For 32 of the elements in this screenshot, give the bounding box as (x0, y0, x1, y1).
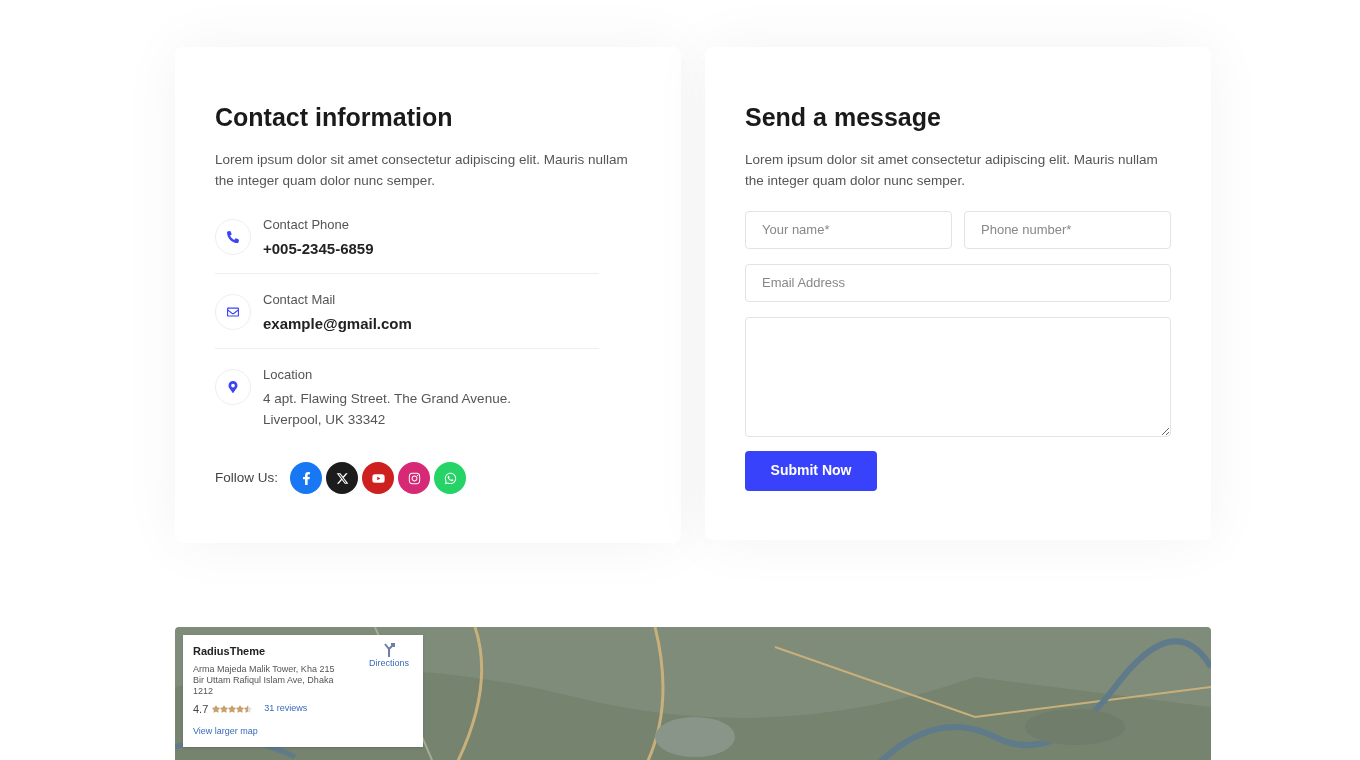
contact-label: Contact Mail (263, 290, 337, 309)
place-name: RadiusTheme (193, 644, 267, 659)
contact-label: Contact Phone (263, 215, 350, 234)
location-pin-icon (227, 380, 239, 393)
place-address: Arma Majeda Malik Tower, Kha 215 Bir Uttam Rafiqul Islam Ave, Dhaka 1212 (193, 663, 336, 697)
rating-value: 4.7 (193, 701, 209, 717)
message-field[interactable] (745, 316, 1171, 437)
social-link[interactable] (326, 462, 358, 494)
description: Lorem ipsum dolor sit amet consectetur adipiscing elit. Mauris nullam the integer quam dolor nunc semper. (215, 150, 629, 190)
reviews-link[interactable]: 31 reviews (264, 702, 308, 716)
instagram-icon (407, 471, 421, 485)
map[interactable]: RadiusTheme Arma Majeda Malik Tower, Kha 215 Bir Uttam Rafiqul Islam Ave, Dhaka 1212 Directions 4.7 31 reviews View larger map (175, 627, 1211, 760)
follow-label: Follow Us: (215, 468, 278, 487)
directions-icon (382, 643, 396, 657)
submit-button[interactable]: Submit Now (745, 450, 877, 491)
x-icon (335, 471, 349, 485)
contact-value: +005-2345-6859 (263, 239, 374, 259)
input-field[interactable]: Email Address (745, 263, 1171, 302)
directions-link[interactable]: Directions (369, 643, 409, 697)
phone-icon (227, 230, 239, 243)
card-title: Send a message (745, 102, 942, 133)
card-title: Contact information (215, 102, 454, 133)
envelope-icon (227, 305, 239, 318)
youtube-icon (371, 471, 385, 485)
contact-value: 4 apt. Flawing Street. The Grand Avenue. Liverpool, UK 33342 (263, 390, 512, 429)
contact-label: Location (263, 365, 314, 384)
view-larger-map-link[interactable]: View larger map (193, 725, 413, 739)
contact-value: example@gmail.com (263, 314, 412, 334)
description: Lorem ipsum dolor sit amet consectetur adipiscing elit. Mauris nullam the integer quam dolor nunc semper. (745, 150, 1159, 190)
whatsapp-icon (443, 471, 457, 485)
input-field[interactable]: Phone number* (964, 210, 1171, 249)
input-field[interactable]: Your name* (745, 210, 952, 249)
